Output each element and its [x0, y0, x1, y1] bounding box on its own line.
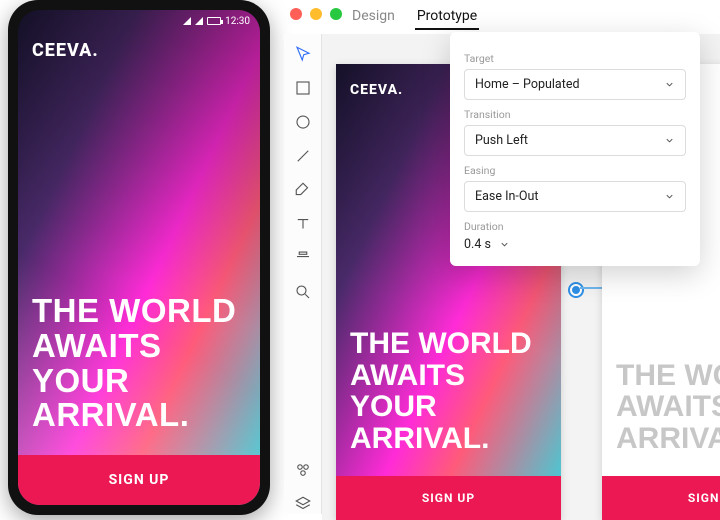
signal-icon [183, 17, 191, 25]
target-select[interactable]: Home – Populated [464, 69, 686, 100]
duration-label: Duration [464, 220, 686, 233]
ellipse-tool-icon[interactable] [293, 112, 313, 132]
mode-tabs: Design Prototype [350, 4, 479, 30]
zoom-tool-icon[interactable] [293, 282, 313, 302]
status-time: 12:30 [225, 16, 250, 27]
device-screen: 12:30 CEEVA. THE WORLD AWAITS YOUR ARRIV… [18, 10, 260, 505]
artboard-tool-icon[interactable] [293, 248, 313, 268]
target-value: Home – Populated [475, 77, 580, 92]
prototype-connector-node[interactable] [570, 284, 582, 296]
hero-headline: THE WORLD AWAITS YOUR ARRIVAL. [32, 294, 246, 433]
artboard-cta-button[interactable]: SIGN UP [336, 476, 561, 520]
transition-value: Push Left [475, 133, 528, 148]
chevron-down-icon [664, 191, 675, 202]
symbols-icon[interactable] [293, 460, 313, 480]
easing-select[interactable]: Ease In-Out [464, 181, 686, 212]
target-label: Target [464, 52, 686, 65]
artboard-brand: CEEVA. [350, 82, 403, 98]
tab-design[interactable]: Design [350, 4, 397, 30]
chevron-down-icon [664, 79, 675, 90]
status-bar: 12:30 [18, 10, 260, 32]
minimize-icon[interactable] [310, 8, 322, 20]
duration-value: 0.4 s [464, 237, 491, 252]
tab-prototype[interactable]: Prototype [415, 4, 479, 30]
artboard-cta-button[interactable]: SIGN UP [602, 476, 720, 520]
battery-icon [207, 17, 221, 25]
easing-label: Easing [464, 164, 686, 177]
chevron-down-icon [499, 239, 510, 250]
easing-value: Ease In-Out [475, 189, 538, 204]
artboard-headline: THE WORLD AWAITS YOUR ARRIVAL. [350, 328, 555, 454]
artboard-headline: THE WOR AWAITS Y ARRIVAL. [616, 360, 720, 455]
text-tool-icon[interactable] [293, 214, 313, 234]
close-icon[interactable] [290, 8, 302, 20]
tool-rail [284, 34, 322, 514]
layers-icon[interactable] [293, 494, 313, 514]
wifi-icon [195, 17, 203, 25]
chevron-down-icon [664, 135, 675, 146]
brand-logo: CEEVA. [32, 40, 99, 61]
transition-label: Transition [464, 108, 686, 121]
pen-tool-icon[interactable] [293, 180, 313, 200]
transition-select[interactable]: Push Left [464, 125, 686, 156]
signup-button[interactable]: SIGN UP [18, 455, 260, 505]
window-traffic-lights [290, 8, 342, 20]
interaction-popover: Target Home – Populated Transition Push … [450, 32, 700, 266]
line-tool-icon[interactable] [293, 146, 313, 166]
duration-select[interactable]: 0.4 s [464, 237, 686, 252]
device-frame: 12:30 CEEVA. THE WORLD AWAITS YOUR ARRIV… [8, 0, 270, 515]
zoom-icon[interactable] [330, 8, 342, 20]
select-tool-icon[interactable] [293, 44, 313, 64]
rectangle-tool-icon[interactable] [293, 78, 313, 98]
